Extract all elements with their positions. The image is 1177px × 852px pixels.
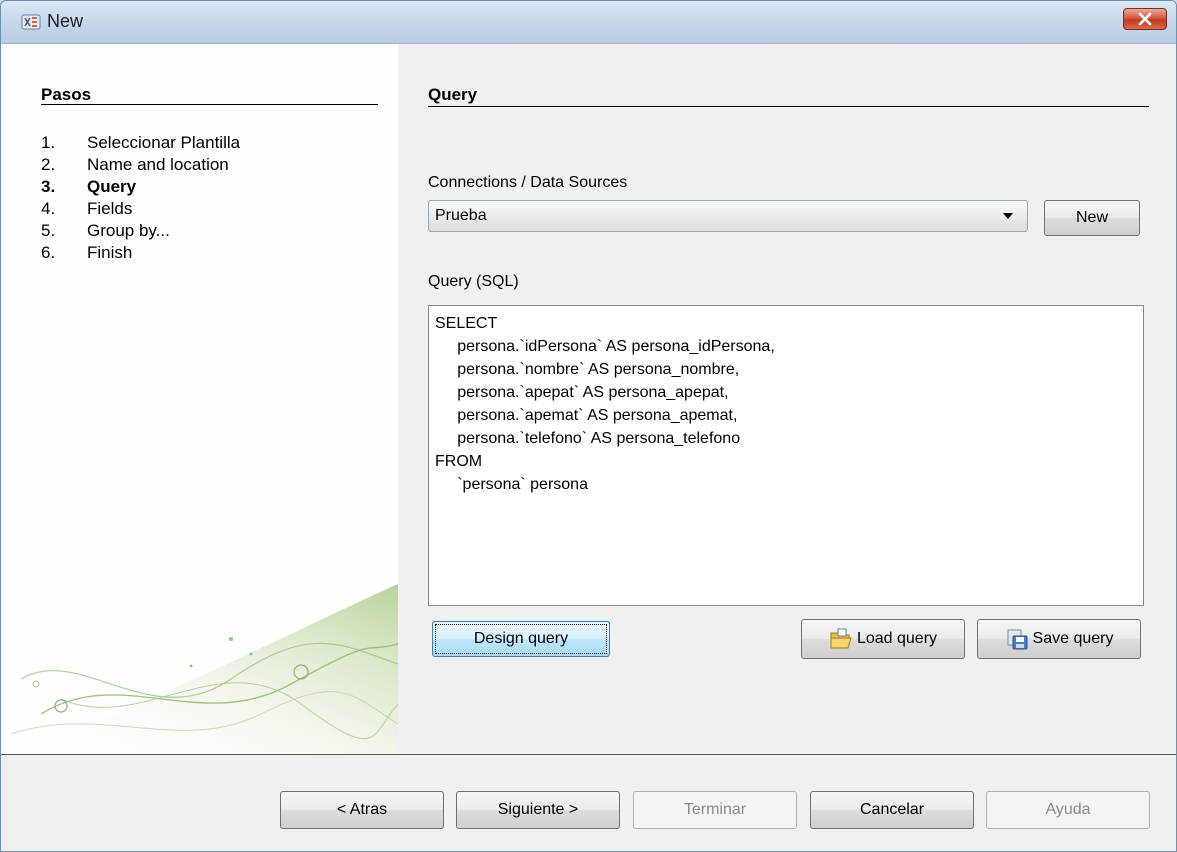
step-number: 6. <box>41 243 56 262</box>
step-item: 5. Group by... <box>41 220 240 242</box>
save-query-button-label: Save query <box>1032 630 1114 647</box>
connection-select[interactable]: Prueba <box>428 200 1028 232</box>
folder-open-icon <box>829 628 853 650</box>
steps-list: 1. Seleccionar Plantilla 2. Name and locat… <box>41 132 240 264</box>
decorative-swirl-art <box>1 584 398 754</box>
chevron-down-icon <box>1003 213 1013 219</box>
finish-button[interactable]: Terminar <box>633 791 797 829</box>
page-title: Query <box>428 85 478 104</box>
step-item: 4. Fields <box>41 198 240 220</box>
step-number: 1. <box>41 133 56 152</box>
load-query-button-label: Load query <box>856 630 938 647</box>
next-button[interactable]: Siguiente > <box>456 791 620 829</box>
save-disk-icon <box>1005 628 1029 650</box>
title-bar[interactable]: New <box>1 1 1176 44</box>
app-icon <box>21 14 41 30</box>
step-number: 3. <box>41 177 56 196</box>
step-number: 2. <box>41 155 56 174</box>
design-query-button-label: Design query <box>473 630 569 647</box>
step-item: 6. Finish <box>41 242 240 264</box>
sql-label: Query (SQL) <box>428 273 519 290</box>
step-label: Name and location <box>87 155 229 174</box>
window-title: New <box>47 11 84 31</box>
query-panel: Query Connections / Data Sources Prueba … <box>398 44 1176 754</box>
back-button[interactable]: < Atras <box>280 791 444 829</box>
close-icon <box>1138 12 1152 26</box>
new-connection-button[interactable]: New <box>1044 200 1140 236</box>
save-query-button[interactable]: Save query <box>977 619 1141 659</box>
cancel-button[interactable]: Cancelar <box>810 791 974 829</box>
step-item: 2. Name and location <box>41 154 240 176</box>
sql-query-editor[interactable]: SELECT persona.`idPersona` AS persona_id… <box>428 305 1144 606</box>
design-query-button[interactable]: Design query <box>432 621 610 657</box>
step-number: 5. <box>41 221 56 240</box>
close-button[interactable] <box>1123 8 1167 30</box>
step-label: Seleccionar Plantilla <box>87 133 241 152</box>
steps-panel: Pasos 1. Seleccionar Plantilla 2. Name and… <box>1 44 398 754</box>
step-item-current: 3. Query <box>41 176 240 198</box>
step-number: 4. <box>41 199 56 218</box>
wizard-footer: < Atras Siguiente > Terminar Cancelar Ay… <box>1 755 1176 851</box>
page-title-divider <box>428 106 1149 107</box>
step-label: Group by... <box>87 221 170 240</box>
connection-select-value: Prueba <box>435 207 487 224</box>
steps-divider <box>41 104 378 105</box>
wizard-window: New Pasos 1. Seleccionar Plantilla 2. Na… <box>0 0 1177 852</box>
load-query-button[interactable]: Load query <box>801 619 965 659</box>
step-label: Query <box>87 177 137 196</box>
step-item: 1. Seleccionar Plantilla <box>41 132 240 154</box>
step-label: Finish <box>87 243 133 262</box>
help-button[interactable]: Ayuda <box>986 791 1150 829</box>
steps-heading: Pasos <box>41 85 92 104</box>
step-label: Fields <box>87 199 133 218</box>
connections-label: Connections / Data Sources <box>428 174 628 191</box>
